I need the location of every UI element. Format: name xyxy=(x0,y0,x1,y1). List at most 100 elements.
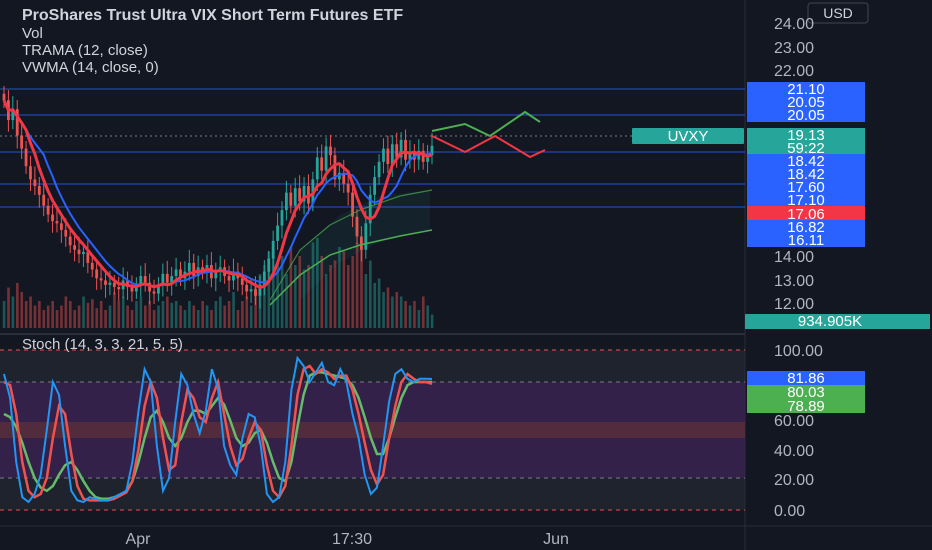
volume-bar xyxy=(408,305,412,328)
stoch-tick: 20.00 xyxy=(774,472,814,489)
volume-bar xyxy=(210,310,213,328)
stoch-tick: 40.00 xyxy=(774,443,814,460)
time-tick: 17:30 xyxy=(332,531,372,548)
chart-canvas[interactable]: ProShares Trust Ultra VIX Short Term Fut… xyxy=(0,0,932,550)
volume-bar xyxy=(294,265,297,328)
candle-body xyxy=(386,148,390,165)
volume-bar xyxy=(369,260,372,328)
candle-body xyxy=(37,185,41,195)
volume-bar xyxy=(201,301,204,328)
candle-body xyxy=(329,146,332,156)
candle-body xyxy=(46,205,50,215)
volume-bar xyxy=(421,296,425,328)
candle-body xyxy=(68,236,72,246)
candle-body xyxy=(165,273,169,283)
candle-body xyxy=(42,194,46,206)
candle-body xyxy=(33,179,37,186)
volume-bar xyxy=(386,287,390,328)
volume-bar xyxy=(2,301,6,328)
volume-bar xyxy=(42,310,46,328)
indicator-trama-label[interactable]: TRAMA (12, close) xyxy=(22,42,148,59)
candle-body xyxy=(64,229,68,237)
candle-body xyxy=(227,276,231,281)
volume-bar xyxy=(60,305,63,328)
candle-body xyxy=(152,291,156,294)
candle-body xyxy=(271,240,275,259)
candle-body xyxy=(143,276,147,283)
volume-bar xyxy=(161,301,165,328)
indicator-vwma-label[interactable]: VWMA (14, close, 0) xyxy=(22,59,159,76)
candle-body xyxy=(55,221,59,224)
volume-bar xyxy=(51,301,54,328)
stoch-center-band xyxy=(0,422,745,438)
volume-bar xyxy=(157,305,160,328)
volume-bar xyxy=(7,287,10,328)
price-label: 16.11 xyxy=(788,232,824,249)
candle-body xyxy=(284,192,288,211)
volume-bar xyxy=(73,310,76,328)
volume-bar xyxy=(188,301,191,328)
symbol-tag-label[interactable]: UVXY xyxy=(668,128,709,145)
candle-body xyxy=(276,225,279,241)
volume-bar xyxy=(130,310,134,328)
volume-bar xyxy=(46,305,50,328)
candle-body xyxy=(382,148,385,162)
price-tick: 14.00 xyxy=(774,249,814,266)
volume-bar xyxy=(179,305,182,328)
volume-bar xyxy=(174,301,178,328)
candle-body xyxy=(95,269,99,279)
volume-bar xyxy=(430,314,434,328)
volume-bar xyxy=(104,310,107,328)
candle-body xyxy=(267,258,271,272)
volume-bar xyxy=(377,278,381,328)
indicator-vol-label[interactable]: Vol xyxy=(22,25,43,42)
candle-body xyxy=(2,93,6,101)
time-tick: Jun xyxy=(543,531,569,548)
price-tick: 22.00 xyxy=(774,63,814,80)
volume-bar xyxy=(404,301,407,328)
symbol-title[interactable]: ProShares Trust Ultra VIX Short Term Fut… xyxy=(22,7,403,24)
volume-bar xyxy=(29,296,32,328)
volume-bar xyxy=(223,305,227,328)
stoch-bands xyxy=(0,349,745,511)
price-label: 20.05 xyxy=(787,107,825,124)
volume-bar xyxy=(11,296,15,328)
volume-bar xyxy=(38,301,41,328)
volume-bar xyxy=(20,292,24,328)
volume-bar xyxy=(95,308,99,328)
volume-bar xyxy=(77,305,81,328)
currency-label[interactable]: USD xyxy=(823,5,853,21)
volume-bar xyxy=(113,292,116,328)
volume-bar xyxy=(382,292,385,328)
volume-bar xyxy=(143,305,147,328)
candle-body xyxy=(320,157,324,171)
volume-bar xyxy=(170,302,174,328)
candle-body xyxy=(108,282,112,285)
candle-body xyxy=(324,146,328,171)
volume-bar xyxy=(346,265,350,328)
stoch-tick: 0.00 xyxy=(774,503,805,520)
volume-bar xyxy=(166,296,169,328)
currency-button[interactable]: USD xyxy=(807,2,869,24)
volume-bar xyxy=(399,296,403,328)
volume-bar xyxy=(227,301,231,328)
candle-body xyxy=(99,278,103,281)
volume-bar xyxy=(241,301,244,328)
candle-body xyxy=(174,269,178,277)
stoch-tick: 60.00 xyxy=(774,413,814,430)
price-tick: 13.00 xyxy=(774,273,814,290)
volume-bar xyxy=(148,301,152,328)
candle-body xyxy=(377,161,381,178)
symbol-tag[interactable]: UVXY xyxy=(632,128,744,145)
time-tick: Apr xyxy=(126,531,152,548)
candle-body xyxy=(82,251,85,255)
candle-body xyxy=(73,245,76,250)
volume-bar xyxy=(413,301,416,328)
stoch-lower-band xyxy=(0,478,745,510)
volume-bar xyxy=(24,301,28,328)
stoch-title[interactable]: Stoch (14, 3, 3, 21, 5, 5) xyxy=(22,336,183,353)
candle-body xyxy=(117,287,121,290)
stoch-tick: 100.00 xyxy=(774,343,823,360)
volume-bar xyxy=(91,299,94,328)
volume-bar xyxy=(355,242,359,328)
